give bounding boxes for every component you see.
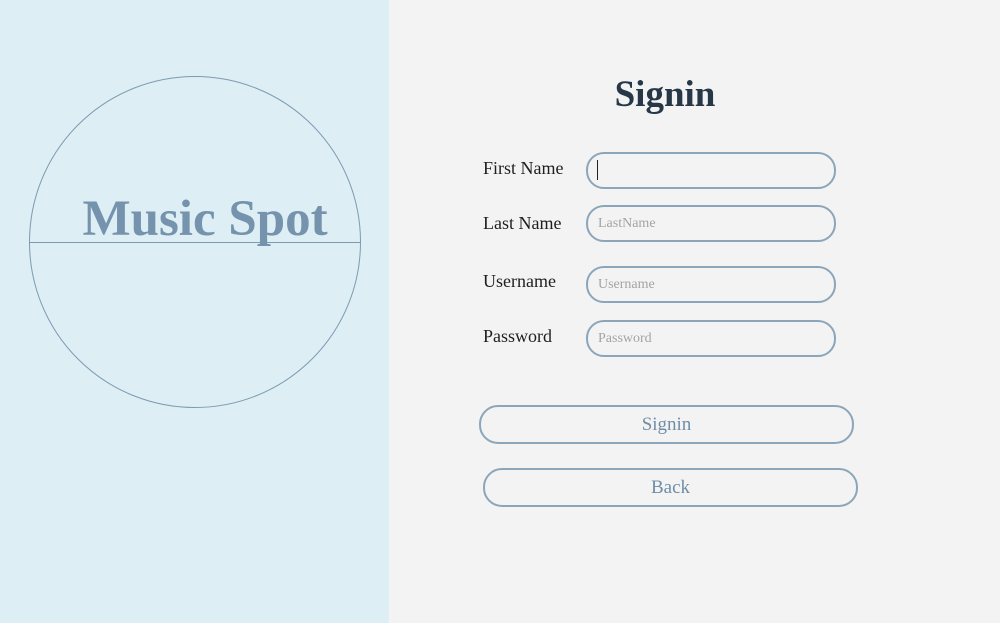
- brand-panel: Music Spot: [0, 0, 389, 623]
- first-name-label: First Name: [483, 158, 564, 178]
- first-name-field[interactable]: [586, 152, 836, 189]
- last-name-label: Last Name: [483, 213, 562, 233]
- back-button[interactable]: Back: [483, 468, 858, 507]
- signin-page: Music Spot Signin First Name Last Name U…: [0, 0, 1000, 623]
- signin-button[interactable]: Signin: [479, 405, 854, 444]
- username-label: Username: [483, 271, 556, 291]
- logo-text: Music Spot: [82, 191, 328, 247]
- username-field[interactable]: [586, 266, 836, 303]
- password-label: Password: [483, 326, 553, 346]
- text-cursor: [597, 160, 598, 180]
- password-field[interactable]: [586, 320, 836, 357]
- last-name-field[interactable]: [586, 205, 836, 242]
- page-title: Signin: [614, 74, 716, 115]
